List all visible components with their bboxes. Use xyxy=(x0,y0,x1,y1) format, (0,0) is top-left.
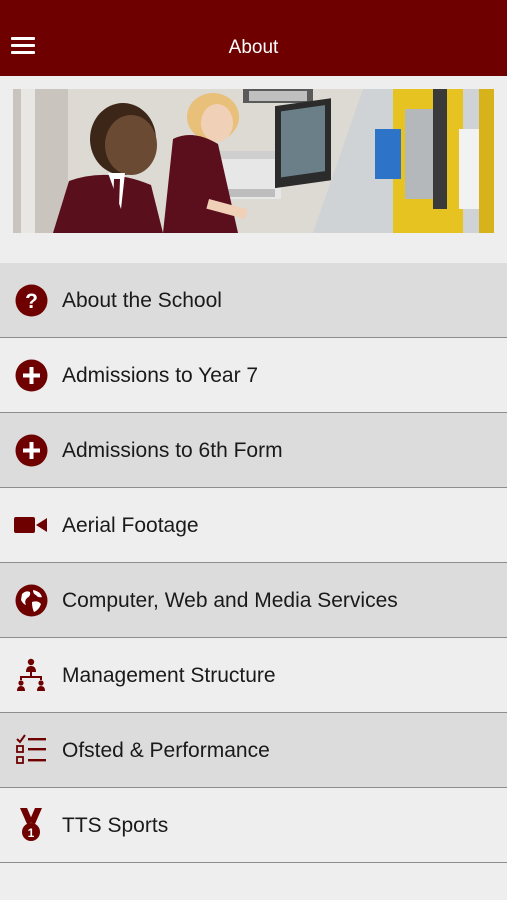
top-app-bar: About xyxy=(0,0,507,76)
menu-item-management-structure[interactable]: Management Structure xyxy=(0,638,507,713)
video-camera-icon xyxy=(14,508,48,542)
menu-item-about-the-school[interactable]: ? About the School xyxy=(0,263,507,338)
menu-item-label: Management Structure xyxy=(62,664,276,687)
menu-item-label: Admissions to 6th Form xyxy=(62,439,283,462)
medal-icon: 1 xyxy=(14,808,48,842)
menu-item-aerial-footage[interactable]: Aerial Footage xyxy=(0,488,507,563)
question-circle-icon: ? xyxy=(14,283,48,317)
menu-item-admissions-year-7[interactable]: Admissions to Year 7 xyxy=(0,338,507,413)
globe-icon xyxy=(14,583,48,617)
checklist-icon xyxy=(14,733,48,767)
menu-item-ofsted-performance[interactable]: Ofsted & Performance xyxy=(0,713,507,788)
about-menu-list: ? About the School Admissions to Year 7 … xyxy=(0,263,507,863)
menu-item-computer-web-media[interactable]: Computer, Web and Media Services xyxy=(0,563,507,638)
svg-text:?: ? xyxy=(25,290,38,313)
menu-item-label: Admissions to Year 7 xyxy=(62,364,259,387)
banner-image xyxy=(13,89,494,233)
page-title: About xyxy=(228,37,279,58)
menu-item-label: TTS Sports xyxy=(62,814,169,837)
menu-item-admissions-6th-form[interactable]: Admissions to 6th Form xyxy=(0,413,507,488)
plus-circle-icon xyxy=(14,358,48,392)
menu-item-label: About the School xyxy=(62,289,222,312)
menu-item-label: Ofsted & Performance xyxy=(62,739,270,762)
svg-text:1: 1 xyxy=(28,826,35,840)
menu-item-tts-sports[interactable]: 1 TTS Sports xyxy=(0,788,507,863)
org-chart-icon xyxy=(14,658,48,692)
menu-item-label: Aerial Footage xyxy=(62,514,199,537)
plus-circle-icon xyxy=(14,433,48,467)
menu-item-label: Computer, Web and Media Services xyxy=(62,589,398,612)
